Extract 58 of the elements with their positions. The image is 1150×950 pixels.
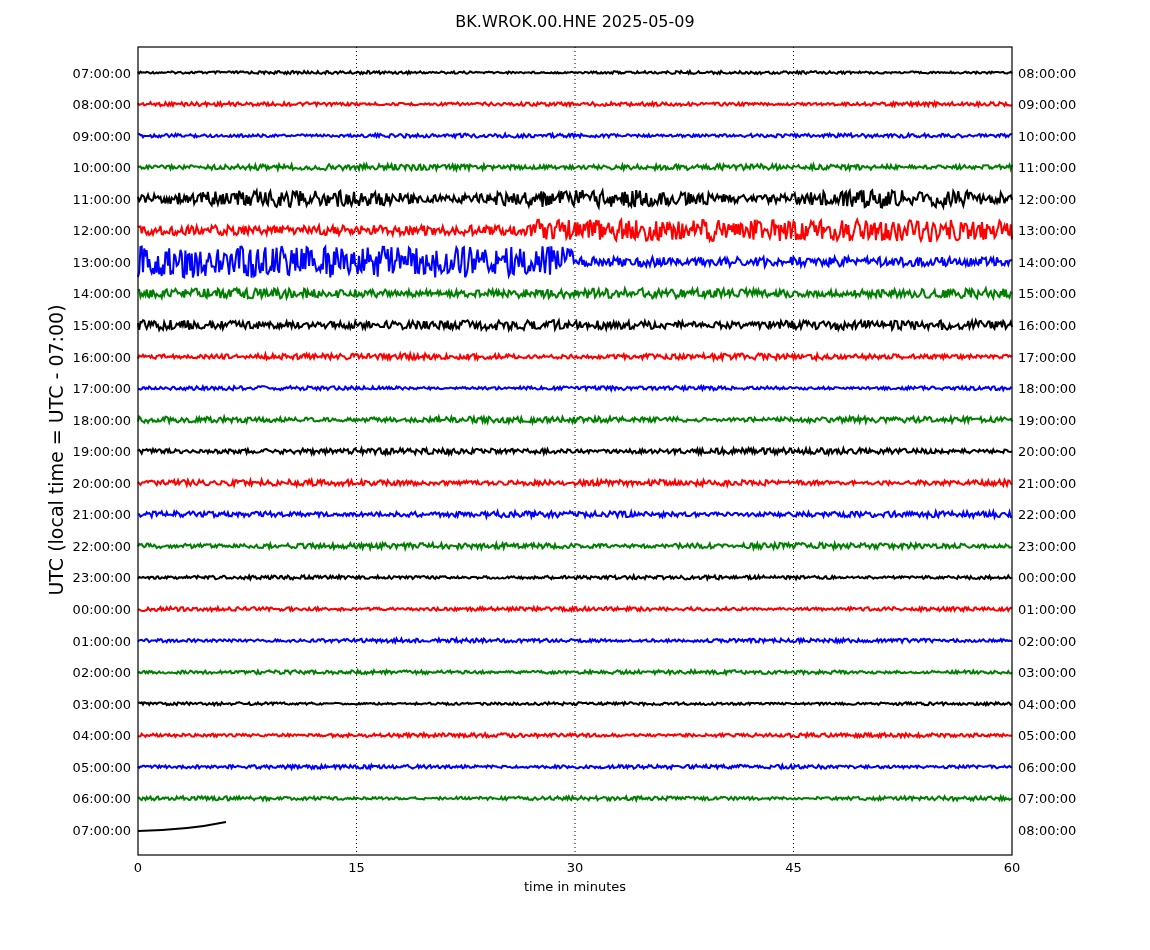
tick-label: 07:00:00 xyxy=(72,822,131,838)
tick-label: 07:00:00 xyxy=(72,65,131,81)
tick-label: 14:00:00 xyxy=(72,286,131,302)
tick-label: 08:00:00 xyxy=(1018,65,1077,81)
tick-label: 06:00:00 xyxy=(1018,759,1077,775)
tick-label: 18:00:00 xyxy=(72,412,131,428)
tick-label: 03:00:00 xyxy=(72,696,131,712)
tick-label: 20:00:00 xyxy=(72,475,131,491)
tick-label: 17:00:00 xyxy=(1018,349,1077,365)
tick-label: 20:00:00 xyxy=(1018,444,1077,460)
tick-label: 60 xyxy=(1003,860,1021,875)
tick-label: 15:00:00 xyxy=(1018,286,1077,302)
tick-label: 13:00:00 xyxy=(1018,223,1077,239)
tick-label: 19:00:00 xyxy=(72,444,131,460)
tick-label: 02:00:00 xyxy=(1018,633,1077,649)
tick-label: 15:00:00 xyxy=(72,318,131,333)
tick-label: 14:00:00 xyxy=(1018,254,1077,270)
tick-label: 15 xyxy=(348,860,365,875)
tick-label: 30 xyxy=(566,860,584,875)
tick-label: 17:00:00 xyxy=(72,381,131,397)
tick-label: 19:00:00 xyxy=(1018,412,1077,428)
tick-label: 23:00:00 xyxy=(72,570,131,586)
tick-label: 11:00:00 xyxy=(72,191,131,207)
tick-label: 0 xyxy=(133,860,143,875)
tick-label: 00:00:00 xyxy=(1018,570,1077,586)
tick-label: 21:00:00 xyxy=(1018,475,1077,491)
tick-label: 16:00:00 xyxy=(1018,318,1077,333)
tick-label: 04:00:00 xyxy=(72,728,131,744)
tick-label: 13:00:00 xyxy=(72,254,131,270)
tick-label: 12:00:00 xyxy=(1018,191,1077,207)
tick-label: 05:00:00 xyxy=(1018,728,1077,744)
tick-label: 09:00:00 xyxy=(1018,97,1077,113)
tick-label: 03:00:00 xyxy=(1018,665,1077,681)
tick-label: 00:00:00 xyxy=(72,602,131,617)
tick-label: 10:00:00 xyxy=(72,160,131,176)
tick-label: 02:00:00 xyxy=(72,665,131,681)
tick-label: 09:00:00 xyxy=(72,128,131,144)
tick-label: 10:00:00 xyxy=(1018,128,1077,144)
tick-label: 04:00:00 xyxy=(1018,696,1077,712)
tick-label: 18:00:00 xyxy=(1018,381,1077,397)
tick-label: 22:00:00 xyxy=(72,538,131,554)
tick-label: 08:00:00 xyxy=(1018,822,1077,838)
plot-title: BK.WROK.00.HNE 2025-05-09 xyxy=(455,12,695,31)
axis-label: time in minutes xyxy=(523,879,627,894)
tick-label: 08:00:00 xyxy=(72,97,131,113)
tick-label: 45 xyxy=(785,860,802,875)
tick-label: 23:00:00 xyxy=(1018,538,1077,554)
tick-label: 06:00:00 xyxy=(72,791,131,807)
tick-label: 01:00:00 xyxy=(72,633,131,649)
tick-label: 05:00:00 xyxy=(72,759,131,775)
tick-label: 07:00:00 xyxy=(1018,791,1077,807)
tick-label: 01:00:00 xyxy=(1018,602,1077,617)
tick-label: 12:00:00 xyxy=(72,223,131,239)
tick-label: 22:00:00 xyxy=(1018,507,1077,523)
axis-label: UTC (local time = UTC - 07:00) xyxy=(45,304,67,596)
tick-label: 21:00:00 xyxy=(72,507,131,523)
tick-label: 11:00:00 xyxy=(1018,160,1077,176)
tick-label: 16:00:00 xyxy=(72,349,131,365)
